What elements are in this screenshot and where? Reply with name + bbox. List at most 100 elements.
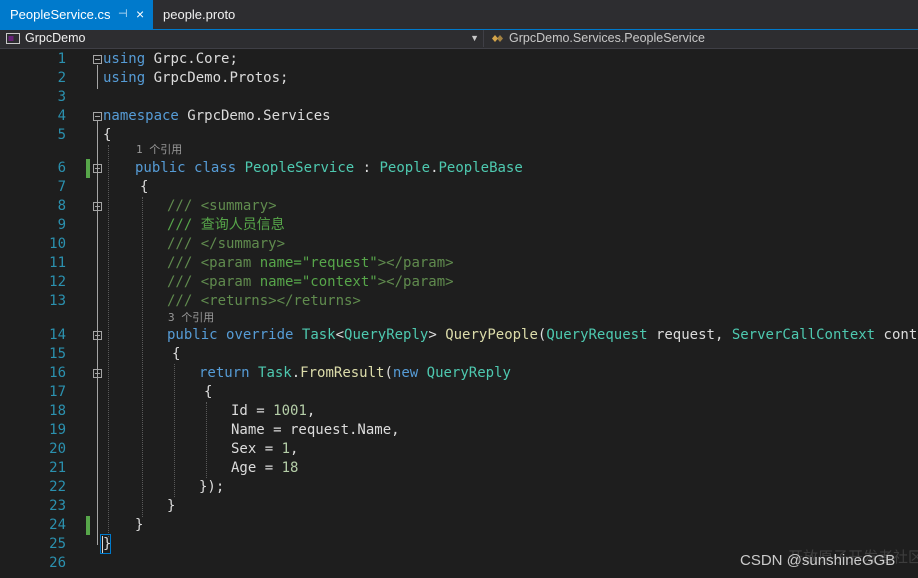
pin-icon[interactable]: ⊣ [118,0,128,29]
code-token: QueryRequest [546,327,648,343]
indent-guide [206,402,207,478]
code-token: { [172,346,181,362]
code-line[interactable]: using GrpcDemo.Protos; [103,69,288,88]
code-token: new [392,365,419,381]
collapse-icon[interactable] [93,112,102,121]
code-token: People [379,160,431,176]
code-token: /// <summary> [167,198,277,214]
code-token: /// 查询人员信息 [167,217,285,233]
line-number: 7 [57,179,66,195]
code-token: name="context" [259,274,378,290]
code-token: Id = [231,403,274,419]
code-token: PeopleBase [438,160,523,176]
code-token: using [103,70,146,86]
indent-guide [108,145,109,537]
collapse-icon[interactable] [93,55,102,64]
navigation-bar: GrpcDemo ▼ GrpcDemo.Services.PeopleServi… [0,30,918,49]
code-line[interactable]: { [172,345,180,364]
indent-guide [174,364,175,497]
code-token: Task [258,365,292,381]
code-token: public [167,327,218,343]
line-number: 19 [49,422,66,438]
change-indicator [86,516,90,535]
tab-label: PeopleService.cs [10,7,111,22]
line-number: 13 [49,293,66,309]
code-line[interactable]: Id = 1001, [231,402,315,421]
code-line[interactable]: public override Task<QueryReply> QueryPe… [167,326,918,345]
code-token: { [204,384,213,400]
code-token: }); [199,479,225,495]
code-line[interactable]: { [103,126,111,145]
reference-count-lens[interactable]: 1 个引用 [136,143,182,156]
tab-people-proto[interactable]: people.proto [153,0,253,29]
code-token: context) [883,327,918,343]
line-number: 21 [49,460,66,476]
tab-peopleservice-cs[interactable]: PeopleService.cs ⊣ × [0,0,153,29]
line-number: 11 [49,255,66,271]
code-token: QueryPeople [445,327,538,343]
line-number: 16 [49,365,66,381]
code-line[interactable]: Age = 18 [231,459,298,478]
code-line[interactable]: Name = request.Name, [231,421,400,440]
line-number: 20 [49,441,66,457]
code-token: Sex = [231,441,282,457]
project-dropdown[interactable]: GrpcDemo ▼ [6,30,484,47]
code-token: PeopleService [244,160,355,176]
code-line[interactable]: /// 查询人员信息 [167,216,285,235]
line-number: 24 [49,517,66,533]
code-line[interactable]: /// <returns></returns> [167,292,361,311]
code-line[interactable]: return Task.FromResult(new QueryReply [199,364,511,383]
code-line[interactable]: using Grpc.Core; [103,50,238,69]
code-token: QueryReply [426,365,511,381]
class-dropdown[interactable]: GrpcDemo.Services.PeopleService [490,30,918,47]
code-line[interactable]: }); [199,478,224,497]
code-token: < [335,327,345,343]
csharp-project-icon [6,33,20,45]
code-line[interactable]: { [204,383,212,402]
code-line[interactable]: /// </summary> [167,235,285,254]
code-line[interactable]: Sex = 1, [231,440,298,459]
code-token: { [140,179,149,195]
code-token: name="request" [259,255,378,271]
line-number: 8 [57,198,66,214]
line-number: 17 [49,384,66,400]
code-token: /// <param [167,255,260,271]
code-token: > [428,327,446,343]
code-line[interactable]: namespace GrpcDemo.Services [103,107,331,126]
code-line[interactable]: } [167,497,175,516]
code-token: using [103,51,146,67]
code-token: 18 [281,460,299,476]
project-name: GrpcDemo [25,31,86,45]
code-token: , [290,441,299,457]
code-line[interactable]: { [140,178,148,197]
class-icon [492,35,503,43]
line-number: 25 [49,536,66,552]
code-token: namespace [103,108,179,124]
document-tab-bar: PeopleService.cs ⊣ × people.proto [0,0,918,31]
code-token: Name = request.Name, [231,422,400,438]
code-line[interactable]: } [135,516,143,535]
line-number: 18 [49,403,66,419]
change-indicator [86,159,90,178]
code-token: ServerCallContext [731,327,876,343]
code-token: . [430,160,439,176]
line-number: 5 [57,127,66,143]
outline-line [97,65,98,89]
code-line[interactable]: /// <param name="context"></param> [167,273,454,292]
class-path: GrpcDemo.Services.PeopleService [509,31,705,45]
code-line[interactable]: /// <param name="request"></param> [167,254,454,273]
code-token: } [135,517,144,533]
line-number: 10 [49,236,66,252]
code-token: : [354,160,380,176]
code-line[interactable]: public class PeopleService : People.Peop… [135,159,523,178]
line-number: 6 [57,160,66,176]
code-line[interactable]: } [103,535,111,554]
line-number: 26 [49,555,66,571]
code-line[interactable]: /// <summary> [167,197,277,216]
reference-count-lens[interactable]: 3 个引用 [168,311,214,324]
tab-label: people.proto [163,7,236,22]
code-editor[interactable]: 1 2 3 4 5 6 7 8 9 10 11 12 13 14 15 16 17 18 19 20 21 22 23 24 2… [0,49,918,578]
close-icon[interactable]: × [136,0,144,29]
